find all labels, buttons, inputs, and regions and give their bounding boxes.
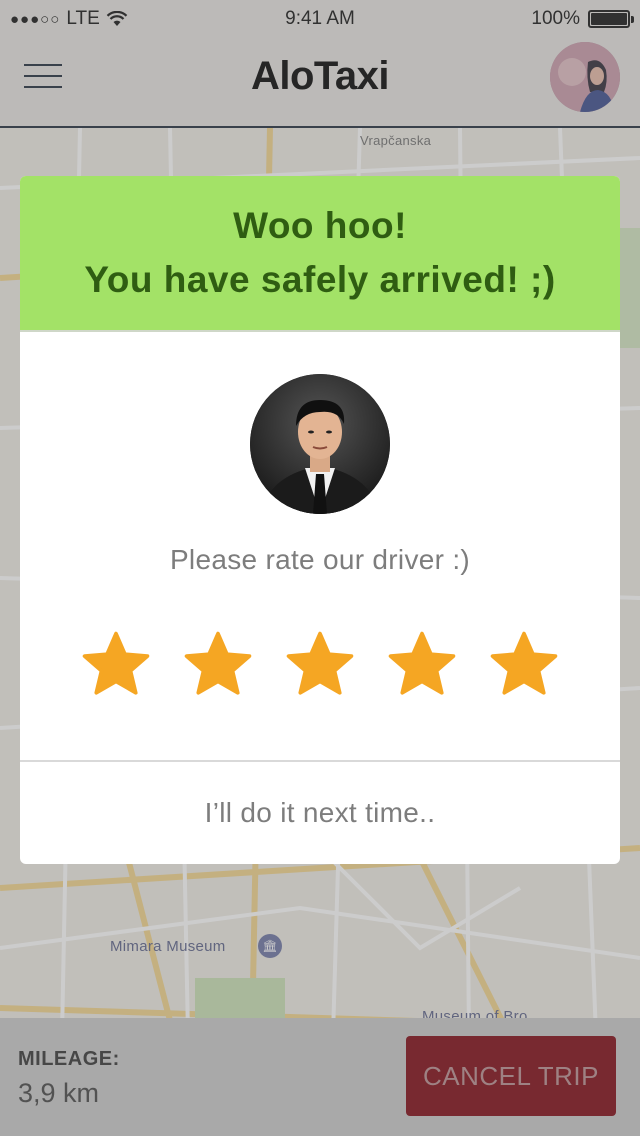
driver-photo-icon <box>250 374 390 514</box>
star-icon-3[interactable] <box>282 628 358 702</box>
star-icon-2[interactable] <box>180 628 256 702</box>
dialog-title-line-1: Woo hoo! <box>233 205 407 246</box>
user-avatar[interactable] <box>550 42 620 112</box>
nav-bar: AloTaxi <box>0 40 640 128</box>
museum-icon: 🏛 <box>258 934 282 958</box>
cancel-trip-button[interactable]: CANCEL TRIP <box>406 1036 616 1116</box>
driver-avatar <box>250 374 390 514</box>
star-icon-4[interactable] <box>384 628 460 702</box>
star-icon-5[interactable] <box>486 628 562 702</box>
battery-percent: 100% <box>531 8 580 29</box>
rate-later-button[interactable]: I’ll do it next time.. <box>20 762 620 864</box>
status-bar: ●●●○○ LTE 9:41 AM 100% <box>0 0 640 40</box>
mileage-label: MILEAGE: <box>18 1048 120 1070</box>
mileage-value: 3,9 km <box>18 1078 100 1108</box>
rating-dialog: Woo hoo! You have safely arrived! ;) Ple… <box>20 176 620 864</box>
battery-icon <box>588 10 634 28</box>
star-icon-1[interactable] <box>78 628 154 702</box>
star-rating[interactable] <box>20 628 620 702</box>
app-title: AloTaxi <box>250 54 390 98</box>
poi-label: Mimara Museum <box>110 938 226 955</box>
trip-info-bar: MILEAGE: 3,9 km CANCEL TRIP <box>0 1018 640 1136</box>
user-photo-icon <box>550 42 620 112</box>
dialog-header: Woo hoo! You have safely arrived! ;) <box>20 176 620 332</box>
dialog-title-line-2: You have safely arrived! ;) <box>84 259 556 300</box>
rate-prompt: Please rate our driver :) <box>169 544 471 575</box>
street-label: Vrapčanska <box>360 133 432 148</box>
